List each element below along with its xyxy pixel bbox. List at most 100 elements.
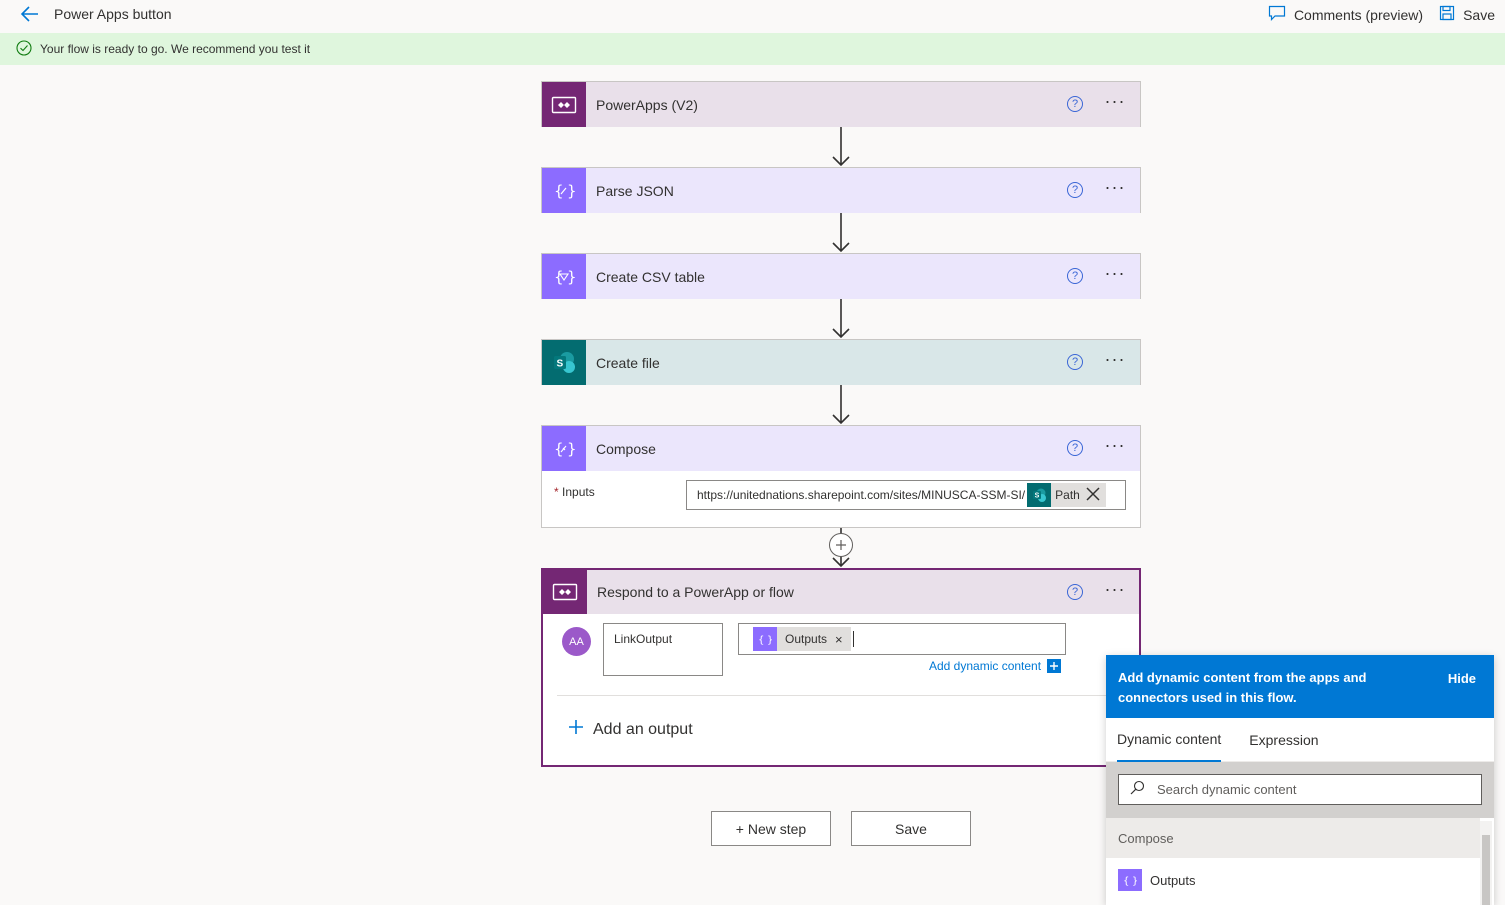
tab-dynamic-content[interactable]: Dynamic content [1117, 718, 1222, 762]
top-bar: Power Apps button Comments (preview) Sav… [0, 0, 1505, 32]
panel-header: Add dynamic content from the apps and co… [1106, 655, 1494, 718]
compose-icon: {} [1118, 869, 1142, 891]
step-respond-powerapp[interactable]: Respond to a PowerApp or flow ? ··· AA L… [541, 568, 1141, 767]
panel-description: Add dynamic content from the apps and co… [1118, 670, 1367, 705]
dynamic-item-outputs[interactable]: {} Outputs [1106, 858, 1494, 902]
step-header[interactable]: {} Parse JSON ? ··· [542, 168, 1140, 213]
more-options-icon[interactable]: ··· [1102, 178, 1128, 200]
step-header[interactable]: Respond to a PowerApp or flow ? ··· [543, 570, 1139, 614]
help-icon[interactable]: ? [1067, 584, 1083, 600]
connector-arrow [832, 299, 850, 339]
step-title: Create file [596, 354, 660, 371]
step-header[interactable]: PowerApps (V2) ? ··· [542, 82, 1140, 127]
save-top-button[interactable]: Save [1439, 5, 1495, 24]
text-cursor [852, 631, 854, 647]
more-options-icon[interactable]: ··· [1102, 436, 1128, 458]
svg-text:S: S [1035, 493, 1040, 500]
tab-expression[interactable]: Expression [1249, 718, 1318, 762]
new-step-button[interactable]: + New step [711, 811, 831, 846]
compose-inputs-field[interactable]: https://unitednations.sharepoint.com/sit… [686, 480, 1126, 510]
path-token-label: Path [1055, 488, 1080, 502]
step-parse-json[interactable]: {} Parse JSON ? ··· [541, 167, 1141, 213]
search-area: Search dynamic content [1106, 762, 1494, 818]
flow-title: Power Apps button [54, 6, 172, 22]
divider [557, 695, 1127, 696]
step-header[interactable]: {} Compose ? ··· [542, 426, 1140, 471]
step-title: Create CSV table [596, 268, 705, 285]
check-circle-icon [16, 39, 32, 59]
add-dynamic-content-icon [1047, 659, 1062, 673]
token-remove-icon[interactable] [1084, 486, 1106, 504]
help-icon[interactable]: ? [1067, 96, 1083, 112]
panel-scrollbar[interactable] [1480, 821, 1492, 905]
step-title: Compose [596, 440, 656, 457]
scroll-thumb[interactable] [1482, 835, 1490, 905]
more-options-icon[interactable]: ··· [1102, 580, 1128, 602]
help-icon[interactable]: ? [1067, 440, 1083, 456]
connector-arrow [832, 385, 850, 425]
step-create-csv-table[interactable]: {} Create CSV table ? ··· [541, 253, 1141, 299]
data-operation-icon: {} [542, 254, 586, 299]
help-icon[interactable]: ? [1067, 354, 1083, 370]
svg-text:{: { [554, 182, 564, 200]
step-title: Respond to a PowerApp or flow [597, 584, 794, 600]
more-options-icon[interactable]: ··· [1102, 264, 1128, 286]
inputs-label: * Inputs [554, 485, 595, 499]
powerapps-icon [542, 82, 586, 127]
panel-tabs: Dynamic content Expression [1106, 718, 1494, 762]
add-output-button[interactable]: Add an output [569, 720, 693, 739]
output-value-field[interactable]: {} Outputs × [738, 623, 1066, 655]
svg-text:}: } [567, 182, 576, 200]
token-remove-icon[interactable]: × [833, 632, 851, 647]
text-type-avatar: AA [562, 627, 591, 656]
svg-text:}: } [1132, 876, 1137, 887]
svg-text:S: S [557, 358, 564, 369]
hide-button[interactable]: Hide [1448, 669, 1476, 689]
panel-pointer [1096, 655, 1106, 675]
help-icon[interactable]: ? [1067, 268, 1083, 284]
search-dynamic-content-input[interactable]: Search dynamic content [1118, 774, 1482, 805]
comments-button[interactable]: Comments (preview) [1268, 5, 1423, 24]
more-options-icon[interactable]: ··· [1102, 92, 1128, 114]
svg-text:}: } [567, 440, 576, 458]
path-token[interactable]: S Path [1027, 483, 1106, 507]
add-output-label: Add an output [593, 720, 693, 738]
comment-icon [1268, 5, 1286, 24]
data-operation-icon: {} [542, 168, 586, 213]
step-create-file[interactable]: S Create file ? ··· [541, 339, 1141, 385]
help-icon[interactable]: ? [1067, 182, 1083, 198]
outputs-token-label: Outputs [785, 632, 828, 646]
add-dynamic-content-link[interactable]: Add dynamic content [929, 659, 1062, 673]
sharepoint-icon: S [542, 340, 586, 385]
svg-text:}: } [767, 635, 772, 646]
svg-text:{: { [1123, 876, 1129, 887]
insert-step-plus-icon[interactable] [829, 533, 853, 557]
back-arrow-icon[interactable] [18, 4, 42, 24]
save-button[interactable]: Save [851, 811, 971, 846]
step-header[interactable]: S Create file ? ··· [542, 340, 1140, 385]
svg-text:}: } [567, 268, 576, 286]
svg-text:{: { [554, 440, 564, 458]
step-title: Parse JSON [596, 182, 674, 199]
inputs-value: https://unitednations.sharepoint.com/sit… [697, 488, 1026, 502]
save-top-label: Save [1463, 6, 1495, 23]
step-compose[interactable]: {} Compose ? ··· * Inputs https://united… [541, 425, 1141, 528]
outputs-token[interactable]: {} Outputs × [753, 627, 851, 651]
connector-arrow [832, 213, 850, 253]
plus-icon [569, 720, 583, 739]
compose-icon: {} [753, 627, 777, 651]
connector-arrow [832, 127, 850, 167]
banner-message: Your flow is ready to go. We recommend y… [40, 42, 311, 56]
step-header[interactable]: {} Create CSV table ? ··· [542, 254, 1140, 299]
output-name-value: LinkOutput [614, 632, 673, 646]
search-icon [1129, 780, 1145, 799]
dynamic-item-label: Outputs [1150, 872, 1196, 888]
step-powerapps-trigger[interactable]: PowerApps (V2) ? ··· [541, 81, 1141, 127]
save-icon [1439, 5, 1455, 24]
top-actions: Comments (preview) Save [1268, 5, 1495, 24]
compose-icon: {} [542, 426, 586, 471]
more-options-icon[interactable]: ··· [1102, 350, 1128, 372]
step-title: PowerApps (V2) [596, 96, 698, 113]
output-name-field[interactable]: LinkOutput [603, 623, 723, 676]
dynamic-content-panel: Add dynamic content from the apps and co… [1106, 655, 1494, 905]
